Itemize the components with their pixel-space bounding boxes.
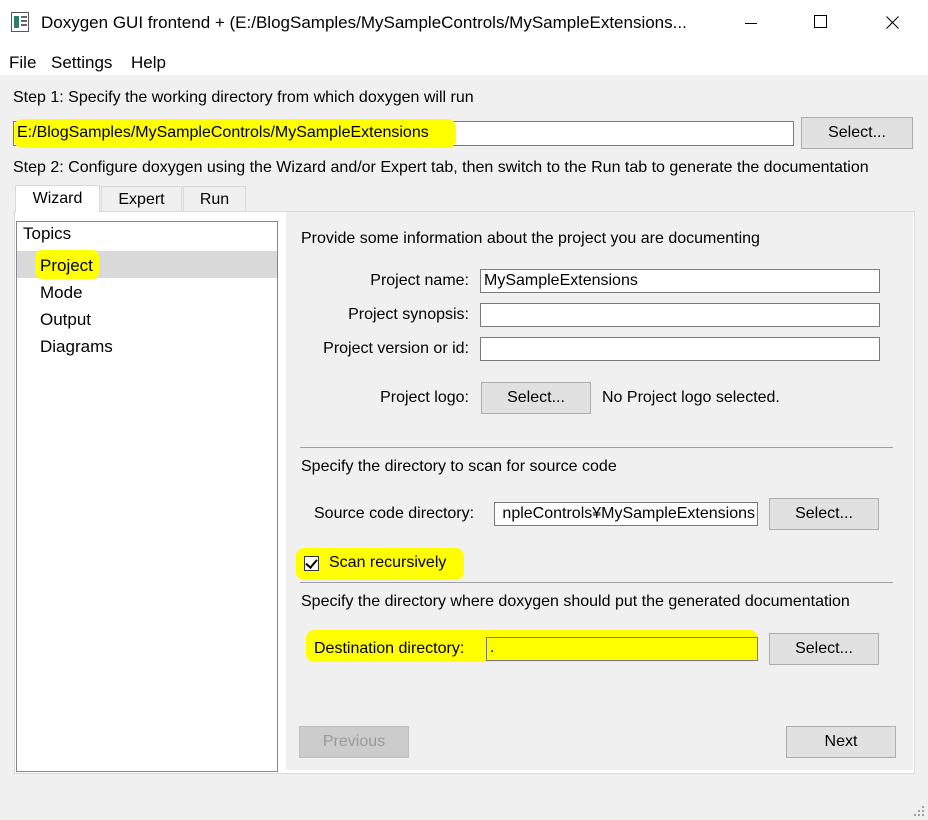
destination-dir-label: Destination directory: bbox=[314, 640, 465, 657]
step1-label: Step 1: Specify the working directory fr… bbox=[13, 89, 474, 106]
topic-mode[interactable]: Mode bbox=[40, 283, 83, 303]
destination-intro: Specify the directory where doxygen shou… bbox=[301, 593, 850, 610]
project-synopsis-input[interactable] bbox=[480, 303, 880, 327]
step2-label: Step 2: Configure doxygen using the Wiza… bbox=[13, 159, 869, 176]
tab-run[interactable]: Run bbox=[183, 186, 246, 211]
destination-dir-select-button[interactable]: Select... bbox=[769, 633, 879, 665]
tab-wizard[interactable]: Wizard bbox=[15, 185, 100, 212]
destination-dir-input[interactable]: . bbox=[486, 637, 758, 661]
project-logo-select-button[interactable]: Select... bbox=[481, 382, 591, 414]
previous-button[interactable]: Previous bbox=[299, 726, 409, 758]
minimize-icon[interactable] bbox=[716, 0, 786, 46]
menu-settings[interactable]: Settings bbox=[51, 53, 112, 73]
doxygen-app-icon bbox=[11, 12, 29, 32]
source-dir-label: Source code directory: bbox=[314, 505, 475, 522]
topics-header: Topics bbox=[23, 224, 72, 243]
project-version-label: Project version or id: bbox=[323, 340, 469, 357]
project-version-input[interactable] bbox=[480, 337, 880, 361]
separator-2 bbox=[300, 582, 893, 583]
topics-tree bbox=[16, 221, 278, 772]
separator-1 bbox=[300, 447, 893, 448]
menu-file[interactable]: File bbox=[9, 53, 36, 73]
project-name-label: Project name: bbox=[370, 272, 469, 289]
project-intro: Provide some information about the proje… bbox=[301, 230, 760, 247]
tab-expert[interactable]: Expert bbox=[101, 186, 182, 211]
menu-help[interactable]: Help bbox=[131, 53, 166, 73]
maximize-icon[interactable] bbox=[786, 0, 856, 46]
source-dir-select-button[interactable]: Select... bbox=[769, 498, 879, 530]
scan-recursively-checkbox[interactable] bbox=[304, 556, 319, 571]
project-logo-label: Project logo: bbox=[380, 389, 469, 406]
source-dir-input[interactable]: npleControls¥MySampleExtensions bbox=[494, 502, 758, 526]
project-synopsis-label: Project synopsis: bbox=[348, 306, 469, 323]
window-title: Doxygen GUI frontend + (E:/BlogSamples/M… bbox=[41, 13, 687, 32]
resize-grip-icon[interactable] bbox=[912, 804, 926, 818]
topic-output[interactable]: Output bbox=[40, 310, 91, 330]
topic-diagrams[interactable]: Diagrams bbox=[40, 337, 113, 357]
close-icon[interactable] bbox=[856, 0, 926, 46]
wizard-project-pane bbox=[286, 212, 913, 770]
project-name-input[interactable]: MySampleExtensions bbox=[480, 269, 880, 293]
working-dir-input[interactable]: E:/BlogSamples/MySampleControls/MySample… bbox=[13, 119, 794, 148]
next-button[interactable]: Next bbox=[786, 726, 896, 758]
project-logo-status: No Project logo selected. bbox=[602, 389, 780, 406]
working-dir-value: E:/BlogSamples/MySampleControls/MySample… bbox=[17, 124, 429, 141]
working-dir-select-button[interactable]: Select... bbox=[801, 117, 913, 149]
source-intro: Specify the directory to scan for source… bbox=[301, 458, 617, 475]
scan-recursively-label[interactable]: Scan recursively bbox=[329, 554, 446, 572]
topic-project[interactable]: Project bbox=[40, 256, 93, 276]
